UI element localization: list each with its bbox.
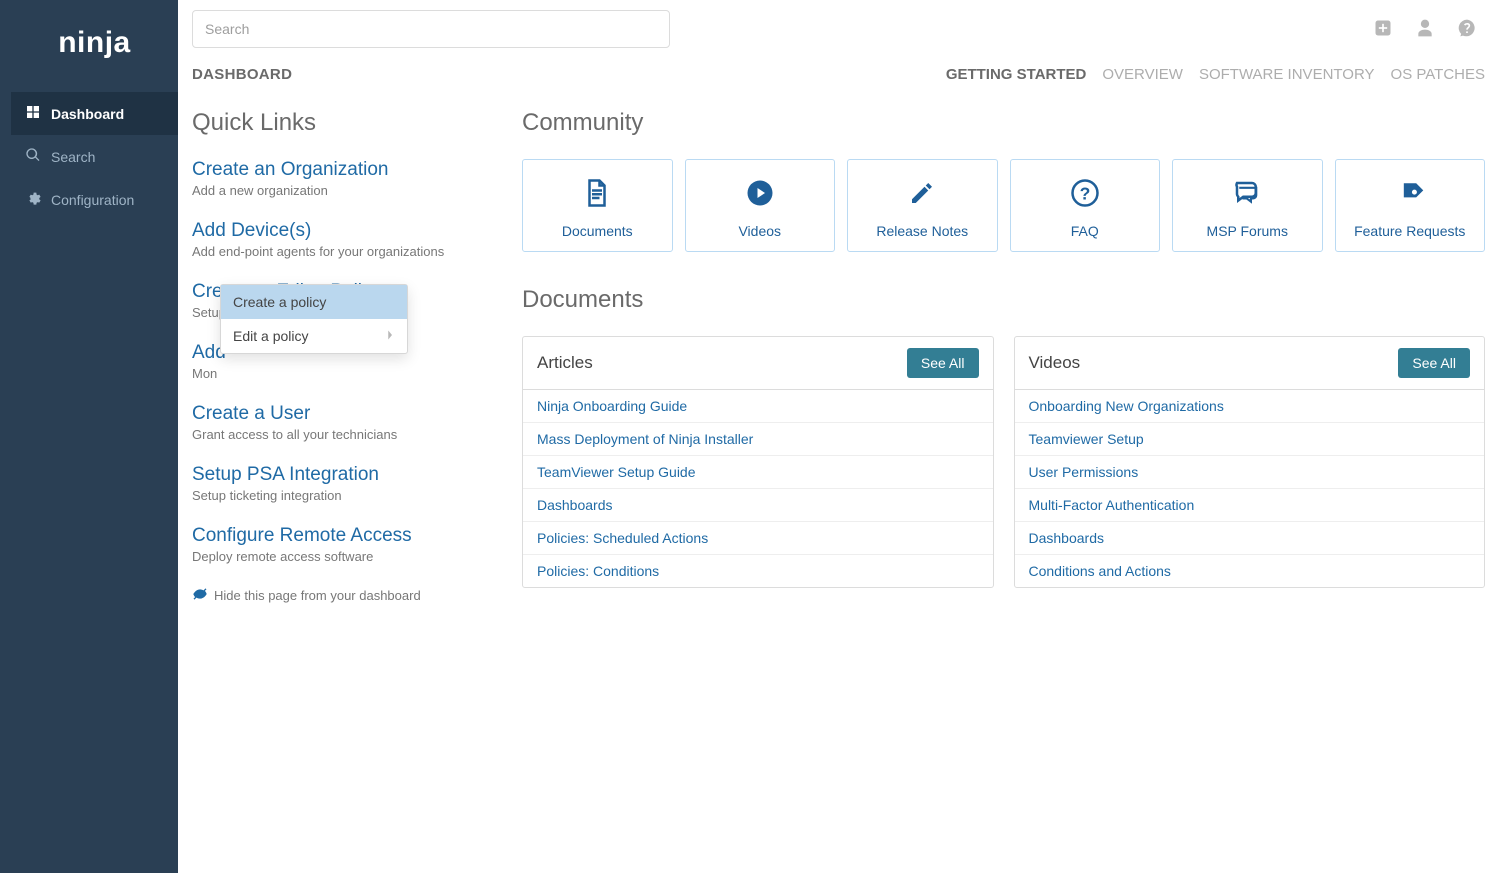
sidebar-item-label: Search bbox=[51, 149, 95, 165]
tab-os-patches[interactable]: OS PATCHES bbox=[1391, 66, 1485, 83]
sidebar-item-search[interactable]: Search bbox=[11, 135, 178, 178]
gear-icon bbox=[25, 190, 41, 209]
chevron-right-icon bbox=[386, 328, 395, 344]
tab-bar: GETTING STARTED OVERVIEW SOFTWARE INVENT… bbox=[946, 66, 1485, 83]
quick-link-desc: Deploy remote access software bbox=[192, 549, 496, 564]
tile-faq[interactable]: ? FAQ bbox=[1010, 159, 1161, 252]
see-all-videos-button[interactable]: See All bbox=[1398, 348, 1470, 378]
question-icon: ? bbox=[1068, 207, 1102, 223]
quick-link-desc: Grant access to all your technicians bbox=[192, 427, 496, 442]
help-icon[interactable] bbox=[1457, 18, 1477, 41]
search-icon bbox=[25, 147, 41, 166]
popup-create-policy[interactable]: Create a policy bbox=[221, 285, 407, 319]
tile-forums[interactable]: MSP Forums bbox=[1172, 159, 1323, 252]
tile-release-notes[interactable]: Release Notes bbox=[847, 159, 998, 252]
video-link[interactable]: User Permissions bbox=[1015, 456, 1485, 489]
video-link[interactable]: Teamviewer Setup bbox=[1015, 423, 1485, 456]
svg-text:?: ? bbox=[1079, 183, 1090, 203]
popup-item-label: Edit a policy bbox=[233, 328, 308, 344]
sidebar-item-label: Configuration bbox=[51, 192, 134, 208]
videos-panel: Videos See All Onboarding New Organizati… bbox=[1014, 336, 1486, 588]
quick-link-psa[interactable]: Setup PSA Integration Setup ticketing in… bbox=[192, 464, 496, 503]
hide-page-link[interactable]: Hide this page from your dashboard bbox=[192, 586, 496, 605]
tile-label: Videos bbox=[694, 223, 827, 239]
chat-icon bbox=[1230, 207, 1264, 223]
add-icon[interactable] bbox=[1373, 18, 1393, 41]
article-link[interactable]: Policies: Scheduled Actions bbox=[523, 522, 993, 555]
article-link[interactable]: Dashboards bbox=[523, 489, 993, 522]
tab-software-inventory[interactable]: SOFTWARE INVENTORY bbox=[1199, 66, 1375, 83]
popup-item-label: Create a policy bbox=[233, 294, 326, 310]
search-input[interactable] bbox=[192, 10, 670, 48]
documents-heading: Documents bbox=[522, 286, 1485, 314]
quick-link-title[interactable]: Create a User bbox=[192, 403, 310, 424]
quick-links-heading: Quick Links bbox=[192, 109, 496, 137]
documents-icon bbox=[580, 207, 614, 223]
tile-label: MSP Forums bbox=[1181, 223, 1314, 239]
see-all-articles-button[interactable]: See All bbox=[907, 348, 979, 378]
eye-slash-icon bbox=[192, 586, 208, 605]
sidebar-item-dashboard[interactable]: Dashboard bbox=[11, 92, 178, 135]
tile-feature-requests[interactable]: Feature Requests bbox=[1335, 159, 1486, 252]
topbar bbox=[192, 10, 1485, 48]
user-icon[interactable] bbox=[1415, 18, 1435, 41]
quick-link-desc: Add a new organization bbox=[192, 183, 496, 198]
sidebar-item-label: Dashboard bbox=[51, 106, 124, 122]
quick-link-title[interactable]: Create an Organization bbox=[192, 159, 388, 180]
panel-title: Articles bbox=[537, 353, 593, 373]
article-link[interactable]: Mass Deployment of Ninja Installer bbox=[523, 423, 993, 456]
quick-link-desc: Add end-point agents for your organizati… bbox=[192, 244, 496, 259]
video-link[interactable]: Dashboards bbox=[1015, 522, 1485, 555]
breadcrumb: DASHBOARD bbox=[192, 66, 292, 83]
sidebar-item-configuration[interactable]: Configuration bbox=[11, 178, 178, 221]
policy-popup: Create a policy Edit a policy bbox=[220, 284, 408, 354]
quick-link-desc: Setup ticketing integration bbox=[192, 488, 496, 503]
video-link[interactable]: Onboarding New Organizations bbox=[1015, 390, 1485, 423]
play-icon bbox=[743, 207, 777, 223]
quick-link-desc: Mon bbox=[192, 366, 496, 381]
main: DASHBOARD GETTING STARTED OVERVIEW SOFTW… bbox=[178, 0, 1507, 873]
quick-link-remote-access[interactable]: Configure Remote Access Deploy remote ac… bbox=[192, 525, 496, 564]
quick-link-title[interactable]: Add Device(s) bbox=[192, 220, 311, 241]
hide-page-text: Hide this page from your dashboard bbox=[214, 588, 421, 603]
tile-videos[interactable]: Videos bbox=[685, 159, 836, 252]
brand-text: ninja bbox=[58, 26, 131, 60]
tile-label: FAQ bbox=[1019, 223, 1152, 239]
quick-link-create-org[interactable]: Create an Organization Add a new organiz… bbox=[192, 159, 496, 198]
sidebar: ninja Dashboard Search Configuration bbox=[11, 0, 178, 873]
edit-icon bbox=[905, 207, 939, 223]
tile-documents[interactable]: Documents bbox=[522, 159, 673, 252]
articles-panel: Articles See All Ninja Onboarding Guide … bbox=[522, 336, 994, 588]
video-link[interactable]: Conditions and Actions bbox=[1015, 555, 1485, 587]
tile-label: Release Notes bbox=[856, 223, 989, 239]
quick-link-title[interactable]: Setup PSA Integration bbox=[192, 464, 379, 485]
dashboard-icon bbox=[25, 104, 41, 123]
panel-title: Videos bbox=[1029, 353, 1081, 373]
tab-getting-started[interactable]: GETTING STARTED bbox=[946, 66, 1087, 83]
tile-label: Feature Requests bbox=[1344, 223, 1477, 239]
quick-link-create-user[interactable]: Create a User Grant access to all your t… bbox=[192, 403, 496, 442]
tab-overview[interactable]: OVERVIEW bbox=[1102, 66, 1183, 83]
article-link[interactable]: Policies: Conditions bbox=[523, 555, 993, 587]
community-tiles: Documents Videos Release Notes ? FAQ bbox=[522, 159, 1485, 252]
video-link[interactable]: Multi-Factor Authentication bbox=[1015, 489, 1485, 522]
quick-link-add-device[interactable]: Add Device(s) Add end-point agents for y… bbox=[192, 220, 496, 259]
popup-edit-policy[interactable]: Edit a policy bbox=[221, 319, 407, 353]
logo: ninja bbox=[11, 0, 178, 88]
article-link[interactable]: Ninja Onboarding Guide bbox=[523, 390, 993, 423]
tile-label: Documents bbox=[531, 223, 664, 239]
community-heading: Community bbox=[522, 109, 1485, 137]
tag-icon bbox=[1393, 207, 1427, 223]
quick-link-title[interactable]: Configure Remote Access bbox=[192, 525, 412, 546]
article-link[interactable]: TeamViewer Setup Guide bbox=[523, 456, 993, 489]
